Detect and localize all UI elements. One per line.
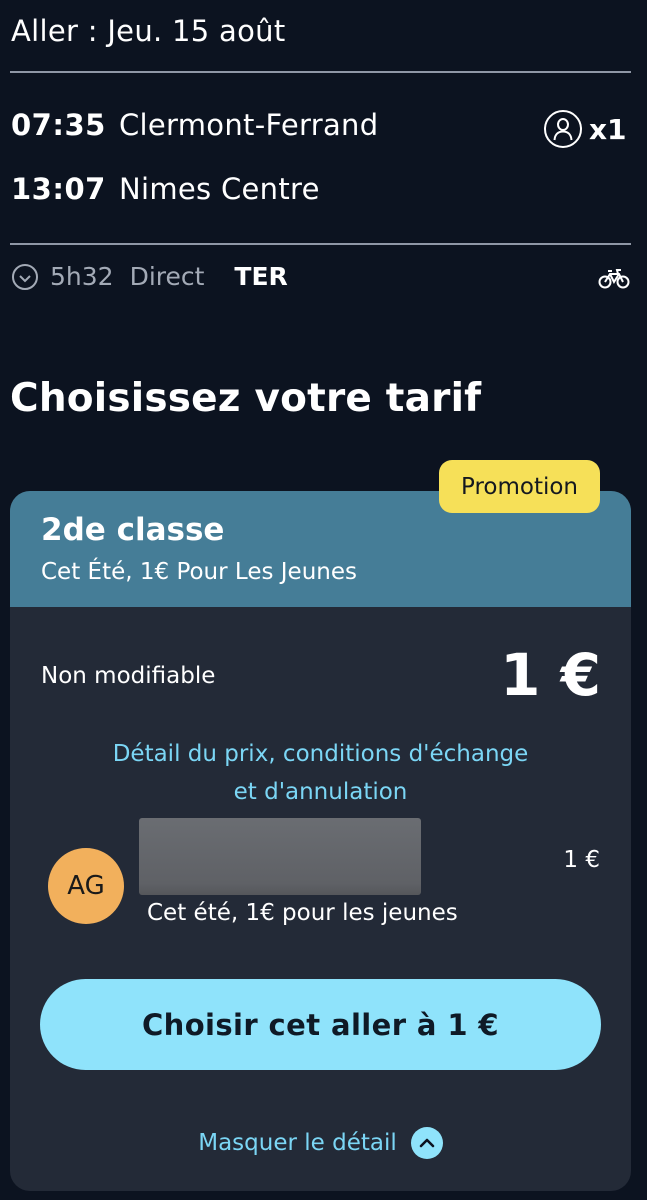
- arrival-station: Nimes Centre: [119, 172, 320, 206]
- price-details-link-line1[interactable]: Détail du prix, conditions d'échange: [10, 735, 631, 773]
- fare-card: 2de classe Cet Été, 1€ Pour Les Jeunes N…: [10, 491, 631, 1191]
- divider: [10, 243, 631, 245]
- fare-price: 1 €: [500, 641, 601, 709]
- journey-duration: 5h32: [50, 262, 114, 291]
- arrival-row: 13:07 Nimes Centre: [11, 172, 320, 206]
- departure-row: 07:35 Clermont-Ferrand: [11, 108, 378, 142]
- hide-detail-label[interactable]: Masquer le détail: [198, 1130, 397, 1156]
- fare-name: Cet Été, 1€ Pour Les Jeunes: [41, 559, 357, 585]
- price-details-link-line2[interactable]: et d'annulation: [10, 773, 631, 811]
- section-title: Choisissez votre tarif: [10, 376, 482, 421]
- hide-detail-toggle[interactable]: Masquer le détail: [10, 1127, 631, 1159]
- journey-type: Direct: [129, 262, 205, 291]
- passenger-price: 1 €: [563, 847, 600, 873]
- choose-fare-button[interactable]: Choisir cet aller à 1 €: [40, 979, 601, 1070]
- class-name: 2de classe: [41, 512, 225, 548]
- promotion-badge: Promotion: [439, 460, 600, 513]
- departure-time: 07:35: [11, 108, 106, 142]
- avatar: AG: [48, 848, 124, 924]
- divider: [10, 71, 631, 73]
- page-title: Aller : Jeu. 15 août: [11, 14, 286, 48]
- departure-station: Clermont-Ferrand: [119, 108, 379, 142]
- train-type: TER: [234, 262, 288, 291]
- fare-condition: Non modifiable: [41, 663, 216, 689]
- journey-meta: 5h32 Direct TER: [11, 262, 288, 291]
- passenger-count-label: x1: [589, 112, 627, 146]
- clock-icon: [11, 263, 39, 291]
- bike-icon: [598, 269, 630, 289]
- person-icon: [544, 110, 582, 148]
- chevron-up-icon[interactable]: [410, 1127, 443, 1159]
- redacted-passenger-name: [139, 818, 421, 895]
- passenger-fare-name: Cet été, 1€ pour les jeunes: [147, 900, 458, 926]
- passenger-count: x1: [544, 110, 627, 148]
- price-details-link[interactable]: Détail du prix, conditions d'échange et …: [10, 735, 631, 811]
- arrival-time: 13:07: [11, 172, 106, 206]
